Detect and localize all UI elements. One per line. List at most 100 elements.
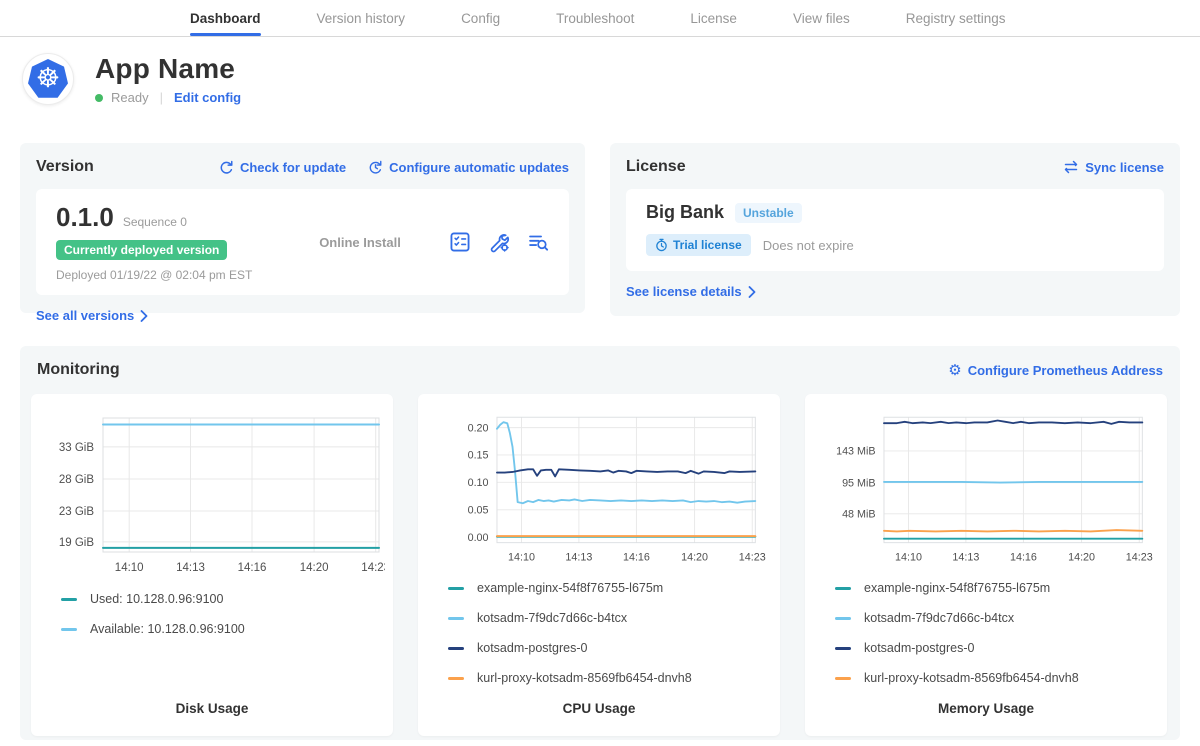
- legend-swatch: [61, 628, 77, 631]
- deployed-timestamp: Deployed 01/19/22 @ 02:04 pm EST: [56, 268, 252, 282]
- svg-text:14:23: 14:23: [739, 551, 766, 563]
- check-for-update-button[interactable]: Check for update: [219, 160, 346, 175]
- legend-swatch: [835, 647, 851, 650]
- preflight-checks-icon[interactable]: [449, 231, 471, 253]
- legend-item: kurl-proxy-kotsadm-8569fb6454-dnvh8: [448, 671, 780, 685]
- tab-version-history[interactable]: Version history: [317, 0, 406, 36]
- install-type: Online Install: [271, 235, 449, 250]
- monitoring-title: Monitoring: [37, 361, 120, 379]
- tab-dashboard[interactable]: Dashboard: [190, 0, 261, 36]
- legend-label: Available: 10.128.0.96:9100: [90, 622, 245, 636]
- monitoring-section: Monitoring ⚙ Configure Prometheus Addres…: [20, 346, 1180, 740]
- svg-text:28 GiB: 28 GiB: [59, 474, 94, 486]
- tab-label: Config: [461, 11, 500, 26]
- memory-usage-legend: example-nginx-54f8f76755-l675m kotsadm-7f…: [835, 581, 1167, 701]
- cpu-usage-chart-card: 0.200.150.100.050.0014:1014:1314:1614:20…: [418, 394, 780, 736]
- see-license-details-link[interactable]: See license details: [626, 284, 756, 299]
- svg-text:14:16: 14:16: [238, 562, 267, 574]
- svg-text:95 MiB: 95 MiB: [842, 477, 875, 489]
- svg-text:0.20: 0.20: [468, 422, 489, 434]
- chart-title: Disk Usage: [31, 701, 393, 736]
- tab-license[interactable]: License: [690, 0, 737, 36]
- deployed-badge: Currently deployed version: [56, 240, 227, 260]
- svg-text:14:10: 14:10: [115, 562, 144, 574]
- legend-swatch: [835, 617, 851, 620]
- chevron-right-icon: [140, 310, 148, 322]
- svg-text:0.10: 0.10: [468, 477, 489, 489]
- tab-label: View files: [793, 11, 850, 26]
- version-number: 0.1.0: [56, 202, 114, 233]
- chart-title: CPU Usage: [418, 701, 780, 736]
- legend-swatch: [448, 647, 464, 650]
- svg-text:0.00: 0.00: [468, 532, 489, 544]
- tab-label: Troubleshoot: [556, 11, 634, 26]
- legend-item: Used: 10.128.0.96:9100: [61, 592, 393, 606]
- disk-usage-legend: Used: 10.128.0.96:9100 Available: 10.128.…: [61, 592, 393, 652]
- see-all-versions-link[interactable]: See all versions: [36, 308, 148, 323]
- status-text: Ready: [111, 90, 149, 105]
- disk-usage-chart: 33 GiB28 GiB23 GiB19 GiB14:1014:1314:161…: [39, 406, 385, 578]
- page-title: App Name: [95, 53, 241, 85]
- svg-text:0.15: 0.15: [468, 450, 489, 462]
- tab-config[interactable]: Config: [461, 0, 500, 36]
- tab-troubleshoot[interactable]: Troubleshoot: [556, 0, 634, 36]
- see-license-details-label: See license details: [626, 284, 742, 299]
- see-all-versions-label: See all versions: [36, 308, 134, 323]
- tab-label: License: [690, 11, 737, 26]
- check-for-update-label: Check for update: [240, 160, 346, 175]
- legend-swatch: [448, 587, 464, 590]
- legend-label: Used: 10.128.0.96:9100: [90, 592, 223, 606]
- configure-automatic-updates-button[interactable]: Configure automatic updates: [368, 160, 569, 175]
- top-nav: Dashboard Version history Config Trouble…: [0, 0, 1200, 37]
- svg-text:14:20: 14:20: [300, 562, 329, 574]
- memory-usage-chart: 143 MiB95 MiB48 MiB14:1014:1314:1614:201…: [813, 406, 1159, 567]
- legend-swatch: [835, 677, 851, 680]
- legend-label: example-nginx-54f8f76755-l675m: [864, 581, 1050, 595]
- svg-text:0.05: 0.05: [468, 505, 489, 517]
- svg-text:14:20: 14:20: [681, 551, 708, 563]
- deploy-logs-icon[interactable]: [527, 231, 549, 253]
- svg-text:14:16: 14:16: [623, 551, 650, 563]
- tab-label: Registry settings: [906, 11, 1006, 26]
- configure-prometheus-label: Configure Prometheus Address: [968, 363, 1163, 378]
- version-card: Version Check for update Configure autom…: [20, 143, 585, 313]
- refresh-icon: [219, 160, 234, 175]
- app-logo: ☸: [22, 53, 74, 105]
- legend-item: example-nginx-54f8f76755-l675m: [835, 581, 1167, 595]
- legend-item: kotsadm-postgres-0: [835, 641, 1167, 655]
- tab-label: Dashboard: [190, 11, 261, 26]
- legend-swatch: [61, 598, 77, 601]
- cpu-usage-chart: 0.200.150.100.050.0014:1014:1314:1614:20…: [426, 406, 772, 567]
- disk-usage-chart-card: 33 GiB28 GiB23 GiB19 GiB14:1014:1314:161…: [31, 394, 393, 736]
- configure-automatic-updates-label: Configure automatic updates: [389, 160, 569, 175]
- version-sequence: Sequence 0: [123, 215, 187, 229]
- license-card-title: License: [626, 158, 686, 176]
- svg-text:14:10: 14:10: [508, 551, 535, 563]
- chart-title: Memory Usage: [805, 701, 1167, 736]
- sync-license-button[interactable]: Sync license: [1063, 160, 1164, 175]
- legend-swatch: [448, 617, 464, 620]
- tab-view-files[interactable]: View files: [793, 0, 850, 36]
- svg-text:143 MiB: 143 MiB: [836, 446, 875, 458]
- configure-prometheus-button[interactable]: ⚙ Configure Prometheus Address: [948, 363, 1163, 378]
- edit-config-link[interactable]: Edit config: [174, 90, 241, 105]
- svg-text:23 GiB: 23 GiB: [59, 506, 94, 518]
- memory-usage-chart-card: 143 MiB95 MiB48 MiB14:1014:1314:1614:201…: [805, 394, 1167, 736]
- legend-label: example-nginx-54f8f76755-l675m: [477, 581, 663, 595]
- legend-item: example-nginx-54f8f76755-l675m: [448, 581, 780, 595]
- legend-label: kotsadm-7f9dc7d66c-b4tcx: [477, 611, 627, 625]
- chevron-right-icon: [748, 286, 756, 298]
- sync-arrows-icon: [1063, 160, 1079, 174]
- legend-item: kotsadm-7f9dc7d66c-b4tcx: [835, 611, 1167, 625]
- legend-swatch: [835, 587, 851, 590]
- trial-license-label: Trial license: [673, 238, 742, 252]
- svg-text:14:20: 14:20: [1068, 551, 1095, 563]
- tab-registry-settings[interactable]: Registry settings: [906, 0, 1006, 36]
- legend-label: kurl-proxy-kotsadm-8569fb6454-dnvh8: [864, 671, 1079, 685]
- gear-icon: ⚙: [948, 363, 961, 378]
- edit-config-gear-icon[interactable]: [488, 231, 510, 253]
- legend-item: kotsadm-7f9dc7d66c-b4tcx: [448, 611, 780, 625]
- legend-item: Available: 10.128.0.96:9100: [61, 622, 393, 636]
- svg-text:14:10: 14:10: [895, 551, 922, 563]
- svg-text:14:23: 14:23: [1126, 551, 1153, 563]
